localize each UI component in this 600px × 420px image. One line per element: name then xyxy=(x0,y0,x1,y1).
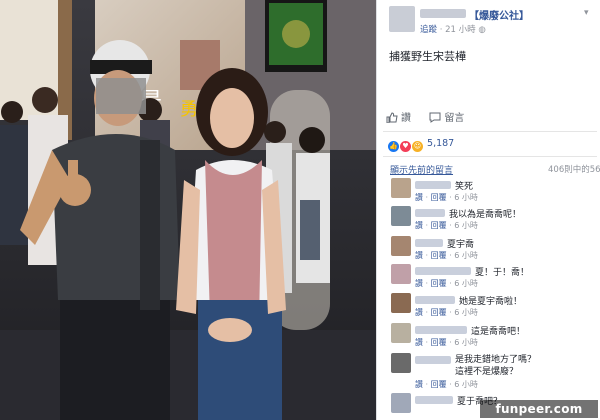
love-reaction-icon: ♥ xyxy=(400,141,411,152)
comment-label: 留言 xyxy=(444,113,465,124)
thumbs-up-icon xyxy=(386,112,398,124)
crowd-photo-illustration: 是 勇 xyxy=(0,0,376,420)
blurred-commenter-name[interactable] xyxy=(415,209,445,217)
haha-reaction-icon: ☺ xyxy=(412,141,423,152)
like-label: 讚 xyxy=(401,113,411,124)
woman-face xyxy=(210,88,254,148)
comment-reply-link[interactable]: 回覆 xyxy=(431,308,447,317)
blurred-commenter-name[interactable] xyxy=(415,267,471,275)
commenter-avatar[interactable] xyxy=(391,353,411,373)
separator: · xyxy=(423,251,431,260)
commenter-avatar[interactable] xyxy=(391,236,411,256)
reactions-summary[interactable]: 👍 ♥ ☺ 5,187 xyxy=(388,138,454,152)
comment-meta: 讚 · 回覆 · 6 小時 xyxy=(415,307,478,318)
comment-time[interactable]: 6 小時 xyxy=(454,308,478,317)
page-name-link[interactable]: 【爆廢公社】 xyxy=(469,7,529,22)
separator: · xyxy=(423,193,431,202)
comment-text: 笑死 xyxy=(455,182,474,192)
blurred-commenter-name[interactable] xyxy=(415,239,443,247)
commenter-avatar[interactable] xyxy=(391,323,411,343)
post-time[interactable]: 21 小時 xyxy=(445,25,476,35)
separator: · xyxy=(423,279,431,288)
comment-time[interactable]: 6 小時 xyxy=(454,279,478,288)
post-actions: 讚 留言 xyxy=(386,109,464,124)
like-reaction-icon: 👍 xyxy=(388,141,399,152)
comment-text: 夏！于！喬！ xyxy=(475,268,530,278)
page-avatar[interactable] xyxy=(389,6,415,32)
post-photo[interactable]: 是 勇 xyxy=(0,0,376,420)
comment-count: 406則中的56 xyxy=(548,165,600,175)
follow-link[interactable]: 追蹤 xyxy=(420,25,437,35)
separator: · xyxy=(423,221,431,230)
blurred-poster-name xyxy=(420,9,466,18)
comment-reply-link[interactable]: 回覆 xyxy=(431,193,447,202)
comment-button[interactable]: 留言 xyxy=(429,112,465,124)
poster-char-2: 勇 xyxy=(180,99,198,120)
comment-time[interactable]: 6 小時 xyxy=(454,193,478,202)
blurred-commenter-name[interactable] xyxy=(415,326,467,334)
comment-text: 是我走錯地方了嗎？ 這裡不是爆廢？ xyxy=(455,355,537,377)
globe-icon: ◍ xyxy=(478,25,486,35)
separator: · xyxy=(423,308,431,317)
commenter-avatar[interactable] xyxy=(391,393,411,413)
comment-meta: 讚 · 回覆 · 6 小時 xyxy=(415,337,478,348)
separator: · xyxy=(423,338,431,347)
comment-like-link[interactable]: 讚 xyxy=(415,308,423,317)
blurred-commenter-name[interactable] xyxy=(415,296,455,304)
comment-like-link[interactable]: 讚 xyxy=(415,193,423,202)
commenter-avatar[interactable] xyxy=(391,264,411,284)
woman-jeans xyxy=(198,300,282,420)
comment-reply-link[interactable]: 回覆 xyxy=(431,338,447,347)
separator: · xyxy=(423,380,431,389)
comment-time[interactable]: 6 小時 xyxy=(454,380,478,389)
comment-time[interactable]: 6 小時 xyxy=(454,251,478,260)
comment-like-link[interactable]: 讚 xyxy=(415,279,423,288)
comment-text: 我以為是喬喬呢！ xyxy=(449,210,522,220)
comment-meta: 讚 · 回覆 · 6 小時 xyxy=(415,220,478,231)
comment-like-link[interactable]: 讚 xyxy=(415,338,423,347)
blurred-commenter-name[interactable] xyxy=(415,181,451,189)
commenter-avatar[interactable] xyxy=(391,293,411,313)
comment-like-link[interactable]: 讚 xyxy=(415,380,423,389)
comment-like-link[interactable]: 讚 xyxy=(415,221,423,230)
chevron-down-icon[interactable]: ▾ xyxy=(584,8,589,18)
comment-meta: 讚 · 回覆 · 6 小時 xyxy=(415,250,478,261)
comment-meta: 讚 · 回覆 · 6 小時 xyxy=(415,278,478,289)
comment-reply-link[interactable]: 回覆 xyxy=(431,380,447,389)
post-meta: 追蹤 · 21 小時 ◍ xyxy=(420,23,486,35)
watermark: funpeer.com xyxy=(480,400,598,418)
comment-text: 她是夏宇喬啦！ xyxy=(459,297,523,307)
comment-meta: 讚 · 回覆 · 6 小時 xyxy=(415,192,478,203)
comment-text: 這是喬喬吧！ xyxy=(471,327,526,337)
blurred-commenter-name[interactable] xyxy=(415,356,451,364)
divider xyxy=(383,156,597,157)
man-shirt xyxy=(52,134,180,300)
post-text: 捕獲野生宋芸樺 xyxy=(389,50,466,63)
comment-text: 夏宇喬 xyxy=(447,240,475,250)
blurred-commenter-name[interactable] xyxy=(415,396,453,404)
like-button[interactable]: 讚 xyxy=(386,112,414,124)
comment-meta: 讚 · 回覆 · 6 小時 xyxy=(415,379,478,390)
comment-reply-link[interactable]: 回覆 xyxy=(431,251,447,260)
reaction-count: 5,187 xyxy=(427,138,455,149)
face-blur xyxy=(96,78,146,114)
commenter-avatar[interactable] xyxy=(391,178,411,198)
comment-icon xyxy=(429,112,441,123)
comment-reply-link[interactable]: 回覆 xyxy=(431,279,447,288)
woman-hands xyxy=(208,318,252,342)
comment-like-link[interactable]: 讚 xyxy=(415,251,423,260)
comment-time[interactable]: 6 小時 xyxy=(454,221,478,230)
view-previous-comments-link[interactable]: 顯示先前的留言 xyxy=(390,163,453,176)
comment-time[interactable]: 6 小時 xyxy=(454,338,478,347)
commenter-avatar[interactable] xyxy=(391,206,411,226)
comment-reply-link[interactable]: 回覆 xyxy=(431,221,447,230)
divider xyxy=(383,131,597,132)
